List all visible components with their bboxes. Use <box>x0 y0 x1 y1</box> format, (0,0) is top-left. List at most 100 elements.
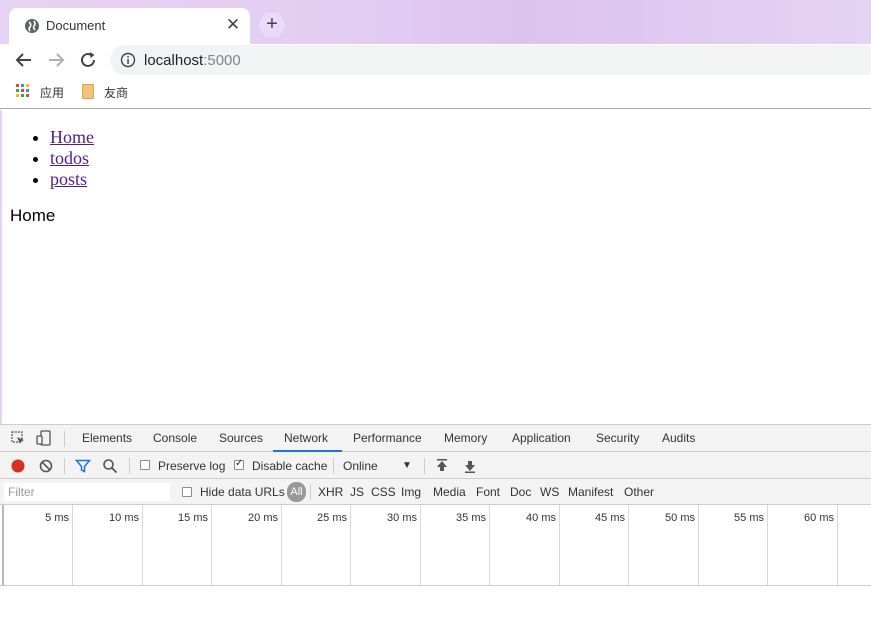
type-filter-manifest[interactable]: Manifest <box>568 485 613 499</box>
timeline-tick-label: 50 ms <box>665 512 695 524</box>
timeline-gridline <box>628 505 629 585</box>
timeline-gridline <box>142 505 143 585</box>
device-toolbar-icon[interactable] <box>36 430 52 446</box>
network-overview-timeline[interactable]: 5 ms 10 ms 15 ms 20 ms 25 ms 30 ms 35 ms 40 ms 4… <box>0 505 871 586</box>
filter-input[interactable]: Filter <box>4 483 170 501</box>
timeline-tick-label: 30 ms <box>387 512 417 524</box>
nav-link-todos[interactable]: todos <box>50 148 89 168</box>
separator <box>129 458 130 474</box>
nav-link-posts[interactable]: posts <box>50 169 87 189</box>
timeline-tick-label: 20 ms <box>248 512 278 524</box>
timeline-tick-label: 35 ms <box>456 512 486 524</box>
url-text: localhost:5000 <box>144 52 241 69</box>
chevron-down-icon[interactable]: ▼ <box>402 460 412 471</box>
timeline-start <box>2 505 4 585</box>
timeline-tick-label: 10 ms <box>109 512 139 524</box>
inspect-element-icon[interactable] <box>10 430 26 446</box>
separator <box>64 458 65 474</box>
page-heading: Home <box>10 206 56 225</box>
tab-elements[interactable]: Elements <box>82 431 132 445</box>
timeline-tick-label: 5 ms <box>45 512 69 524</box>
preserve-log-checkbox[interactable] <box>140 460 150 470</box>
search-icon[interactable] <box>102 458 118 474</box>
separator <box>310 484 311 500</box>
tab-close-icon[interactable]: ✕ <box>224 16 242 34</box>
tab-network[interactable]: Network <box>284 431 328 445</box>
tab-console[interactable]: Console <box>153 431 197 445</box>
address-bar[interactable]: localhost:5000 <box>110 45 871 75</box>
timeline-tick-label: 25 ms <box>317 512 347 524</box>
title-bar: Document ✕ + <box>0 0 871 44</box>
timeline-tick-label: 55 ms <box>734 512 764 524</box>
timeline-gridline <box>698 505 699 585</box>
url-host: localhost <box>144 52 204 69</box>
network-filter-bar: Filter Hide data URLs All XHR JS CSS Img… <box>0 479 871 505</box>
nav-item-posts: posts <box>50 169 94 190</box>
type-filter-media[interactable]: Media <box>433 485 466 499</box>
bookmarks-bar: 应用 友商 <box>0 76 871 109</box>
nav-item-home: Home <box>50 127 94 148</box>
tab-title: Document <box>46 18 106 33</box>
filter-icon[interactable] <box>75 458 91 474</box>
clear-icon[interactable] <box>38 458 54 474</box>
timeline-gridline <box>420 505 421 585</box>
timeline-gridline <box>837 505 838 585</box>
type-filter-js[interactable]: JS <box>350 485 364 499</box>
url-port: :5000 <box>203 52 241 69</box>
type-filter-font[interactable]: Font <box>476 485 500 499</box>
folder-icon <box>82 84 94 99</box>
disable-cache-label: Disable cache <box>252 459 328 473</box>
type-filter-img[interactable]: Img <box>401 485 421 499</box>
type-filter-other[interactable]: Other <box>624 485 654 499</box>
separator <box>333 458 334 474</box>
hide-data-urls-label: Hide data URLs <box>200 485 285 499</box>
browser-window: Document ✕ + localhost:5000 应用 友商 • Home… <box>0 0 871 642</box>
hide-data-urls-checkbox[interactable] <box>182 487 192 497</box>
tab-sources[interactable]: Sources <box>219 431 263 445</box>
info-icon[interactable] <box>120 52 136 68</box>
bookmark-apps[interactable]: 应用 <box>40 84 64 101</box>
forward-arrow-icon[interactable] <box>45 49 67 71</box>
timeline-tick-label: 40 ms <box>526 512 556 524</box>
type-filter-ws[interactable]: WS <box>540 485 559 499</box>
tab-security[interactable]: Security <box>596 431 639 445</box>
reload-icon[interactable] <box>77 49 99 71</box>
tab-audits[interactable]: Audits <box>662 431 695 445</box>
devtools-panel: Elements Console Sources Network Perform… <box>0 424 871 642</box>
preserve-log-label: Preserve log <box>158 459 226 473</box>
new-tab-button[interactable]: + <box>259 12 285 38</box>
apps-grid-icon[interactable] <box>16 84 30 98</box>
globe-icon <box>25 19 39 33</box>
type-filter-xhr[interactable]: XHR <box>318 485 343 499</box>
browser-tab[interactable]: Document ✕ <box>9 8 250 44</box>
type-filter-all[interactable]: All <box>287 482 306 502</box>
timeline-gridline <box>281 505 282 585</box>
record-icon[interactable] <box>10 458 26 474</box>
tab-memory[interactable]: Memory <box>444 431 487 445</box>
type-filter-doc[interactable]: Doc <box>510 485 531 499</box>
nav-link-home[interactable]: Home <box>50 127 94 147</box>
nav-item-todos: todos <box>50 148 94 169</box>
timeline-tick-label: 45 ms <box>595 512 625 524</box>
timeline-gridline <box>72 505 73 585</box>
disable-cache-checkbox[interactable] <box>234 458 244 470</box>
separator <box>64 431 65 447</box>
devtools-tab-bar: Elements Console Sources Network Perform… <box>0 425 871 452</box>
timeline-gridline <box>767 505 768 585</box>
browser-toolbar: localhost:5000 <box>0 44 871 76</box>
bookmark-folder[interactable]: 友商 <box>104 84 128 101</box>
timeline-gridline <box>489 505 490 585</box>
nav-list: Home todos posts <box>50 127 94 190</box>
import-har-icon[interactable] <box>434 458 450 474</box>
back-arrow-icon[interactable] <box>13 49 35 71</box>
type-filter-css[interactable]: CSS <box>371 485 396 499</box>
timeline-tick-label: 15 ms <box>178 512 208 524</box>
page-content: Home todos posts Home <box>0 110 871 424</box>
tab-application[interactable]: Application <box>512 431 571 445</box>
timeline-tick-label: 60 ms <box>804 512 834 524</box>
export-har-icon[interactable] <box>462 458 478 474</box>
timeline-gridline <box>211 505 212 585</box>
timeline-gridline <box>350 505 351 585</box>
throttling-select[interactable]: Online <box>343 459 378 473</box>
tab-performance[interactable]: Performance <box>353 431 422 445</box>
